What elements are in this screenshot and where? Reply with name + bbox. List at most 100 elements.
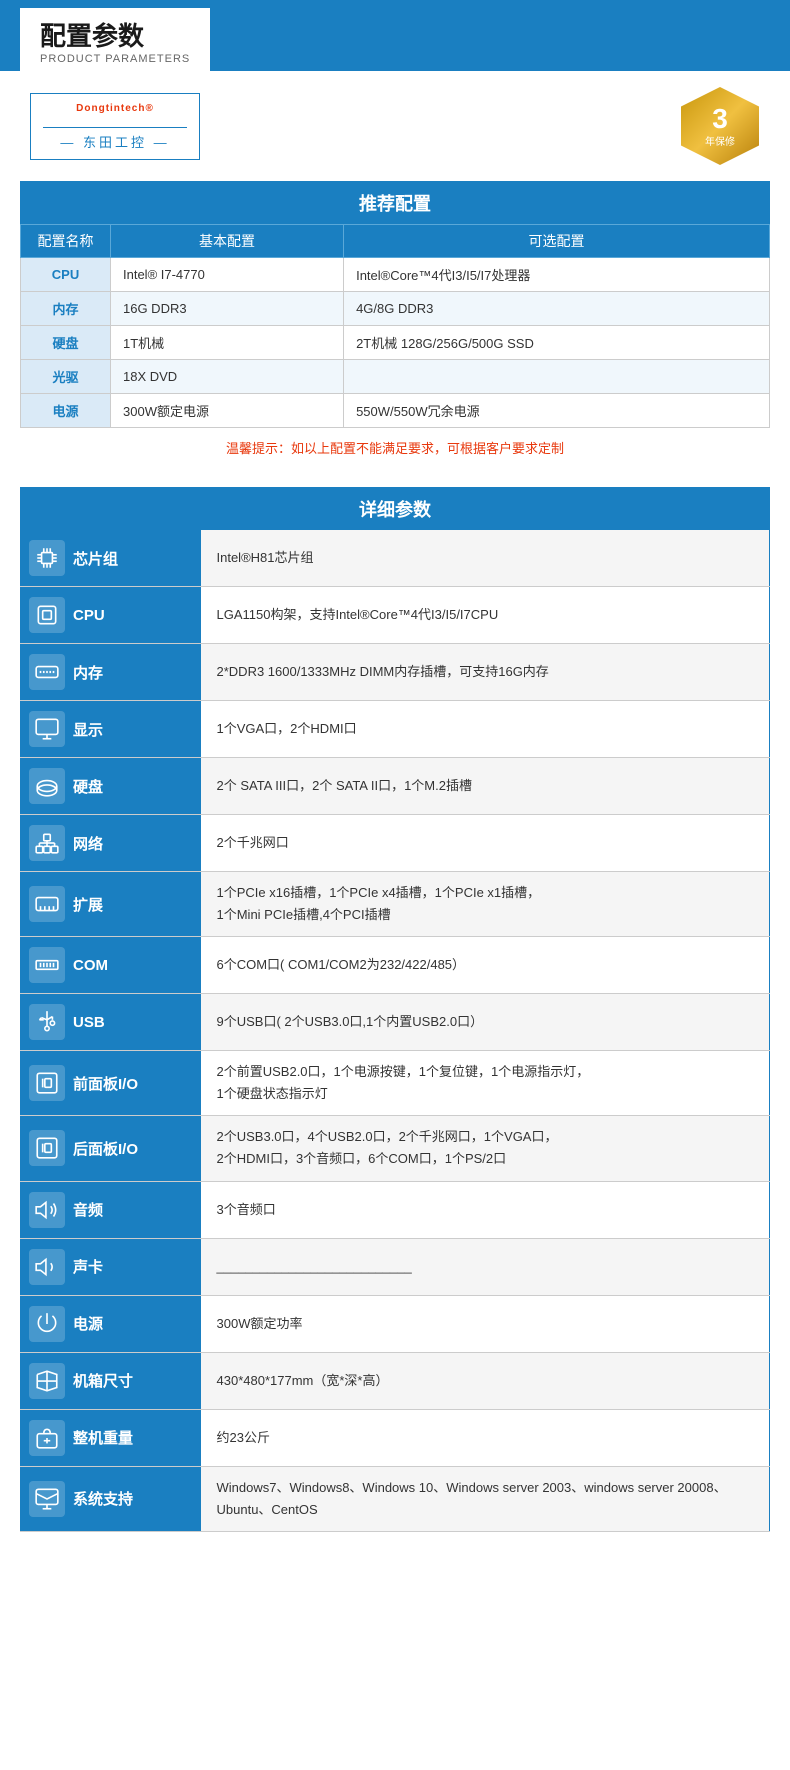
detail-label-text: 内存 [73,662,103,683]
detail-label-cell: COM [21,937,201,994]
detail-label-cell: 整机重量 [21,1409,201,1466]
detail-row: 音频 3个音频口 [21,1181,770,1238]
detail-label-inner: 系统支持 [29,1481,193,1517]
detail-label-cell: 声卡 [21,1238,201,1295]
detail-title: 详细参数 [21,488,770,531]
recommend-table: 推荐配置 配置名称 基本配置 可选配置 CPU Intel® I7-4770 I… [20,181,770,428]
logo-area: Dongtintech® — 东田工控 — 3 年保修 [0,71,790,181]
detail-label-text: 整机重量 [73,1427,133,1448]
recommend-row-basic: 18X DVD [111,360,344,394]
detail-label-inner: 扩展 [29,886,193,922]
recommend-row-optional: 4G/8G DDR3 [344,292,770,326]
detail-icon-内存 [29,654,65,690]
detail-row: USB 9个USB口( 2个USB3.0口,1个内置USB2.0口） [21,994,770,1051]
detail-icon-声卡 [29,1249,65,1285]
col-name: 配置名称 [21,225,111,258]
detail-icon-扩展 [29,886,65,922]
detail-label-inner: USB [29,1004,193,1040]
detail-label-text: 声卡 [73,1256,103,1277]
detail-label-inner: 显示 [29,711,193,747]
recommend-row-basic: 1T机械 [111,326,344,360]
detail-row: 网络 2个千兆网口 [21,815,770,872]
detail-label-cell: 硬盘 [21,758,201,815]
detail-label-text: 显示 [73,719,103,740]
detail-label-cell: 显示 [21,701,201,758]
detail-label-text: 机箱尺寸 [73,1370,133,1391]
recommend-row-name: CPU [21,258,111,292]
detail-table: 详细参数 芯片组 Intel®H81芯片组 CPU LGA1150构架，支持In… [20,487,770,1532]
detail-value-cell: 3个音频口 [201,1181,770,1238]
detail-label-text: 音频 [73,1199,103,1220]
detail-value-cell: 2个千兆网口 [201,815,770,872]
detail-value-cell: 约23公斤 [201,1409,770,1466]
detail-icon-网络 [29,825,65,861]
detail-value-cell: Intel®H81芯片组 [201,530,770,587]
detail-label-inner: COM [29,947,193,983]
recommend-row-name: 内存 [21,292,111,326]
detail-row: 后面板I/O 2个USB3.0口，4个USB2.0口，2个千兆网口，1个VGA口… [21,1116,770,1181]
detail-section: 详细参数 芯片组 Intel®H81芯片组 CPU LGA1150构架，支持In… [0,487,790,1532]
recommend-row-optional: 2T机械 128G/256G/500G SSD [344,326,770,360]
detail-icon-前面板I/O [29,1065,65,1101]
detail-row: 声卡 ___________________________ [21,1238,770,1295]
detail-label-inner: 前面板I/O [29,1065,193,1101]
detail-label-text: 网络 [73,833,103,854]
detail-row: 内存 2*DDR3 1600/1333MHz DIMM内存插槽，可支持16G内存 [21,644,770,701]
detail-label-text: COM [73,957,108,974]
recommend-row: 内存 16G DDR3 4G/8G DDR3 [21,292,770,326]
detail-icon-电源 [29,1306,65,1342]
detail-label-inner: 机箱尺寸 [29,1363,193,1399]
detail-value-cell: ___________________________ [201,1238,770,1295]
detail-row: CPU LGA1150构架，支持Intel®Core™4代I3/I5/I7CPU [21,587,770,644]
logo-brand-text: Dongtintech [76,103,145,114]
detail-row: 前面板I/O 2个前置USB2.0口，1个电源按键，1个复位键，1个电源指示灯，… [21,1051,770,1116]
detail-label-cell: 网络 [21,815,201,872]
recommend-row: CPU Intel® I7-4770 Intel®Core™4代I3/I5/I7… [21,258,770,292]
detail-label-inner: CPU [29,597,193,633]
recommend-row-optional [344,360,770,394]
col-basic: 基本配置 [111,225,344,258]
header-title-bar: 配置参数 PRODUCT PARAMETERS [0,0,790,71]
detail-label-cell: USB [21,994,201,1051]
detail-row: 系统支持 Windows7、Windows8、Windows 10、Window… [21,1466,770,1531]
recommend-row-name: 光驱 [21,360,111,394]
logo-brand: Dongtintech® [76,102,154,123]
detail-icon-USB [29,1004,65,1040]
detail-label-text: 系统支持 [73,1488,133,1509]
detail-label-cell: CPU [21,587,201,644]
detail-row: 硬盘 2个 SATA III口，2个 SATA II口，1个M.2插槽 [21,758,770,815]
recommend-row-name: 电源 [21,394,111,428]
logo-box: Dongtintech® — 东田工控 — [30,93,200,160]
detail-icon-后面板I/O [29,1130,65,1166]
detail-label-text: 前面板I/O [73,1073,138,1094]
recommend-row-optional: 550W/550W冗余电源 [344,394,770,428]
detail-label-cell: 系统支持 [21,1466,201,1531]
detail-label-inner: 电源 [29,1306,193,1342]
detail-label-text: 电源 [73,1313,103,1334]
warm-tip: 温馨提示：如以上配置不能满足要求，可根据客户要求定制 [20,428,770,477]
recommend-row: 硬盘 1T机械 2T机械 128G/256G/500G SSD [21,326,770,360]
detail-value-cell: 1个PCIe x16插槽，1个PCIe x4插槽，1个PCIe x1插槽，1个M… [201,872,770,937]
detail-value-cell: 2个 SATA III口，2个 SATA II口，1个M.2插槽 [201,758,770,815]
recommend-row: 光驱 18X DVD [21,360,770,394]
detail-icon-机箱尺寸 [29,1363,65,1399]
detail-label-cell: 芯片组 [21,530,201,587]
detail-label-inner: 硬盘 [29,768,193,804]
detail-icon-整机重量 [29,1420,65,1456]
detail-row: 整机重量 约23公斤 [21,1409,770,1466]
detail-label-text: USB [73,1014,105,1031]
detail-value-cell: 2个USB3.0口，4个USB2.0口，2个千兆网口，1个VGA口，2个HDMI… [201,1116,770,1181]
detail-icon-COM [29,947,65,983]
detail-label-cell: 电源 [21,1295,201,1352]
header-title-zh: 配置参数 [40,16,190,53]
recommend-row-basic: Intel® I7-4770 [111,258,344,292]
recommend-section: 推荐配置 配置名称 基本配置 可选配置 CPU Intel® I7-4770 I… [0,181,790,477]
detail-icon-硬盘 [29,768,65,804]
warranty-hexagon: 3 年保修 [681,87,759,165]
detail-row: 显示 1个VGA口，2个HDMI口 [21,701,770,758]
header-title-en: PRODUCT PARAMETERS [40,53,190,65]
detail-row: 电源 300W额定功率 [21,1295,770,1352]
detail-icon-芯片组 [29,540,65,576]
detail-value-cell: LGA1150构架，支持Intel®Core™4代I3/I5/I7CPU [201,587,770,644]
recommend-row: 电源 300W额定电源 550W/550W冗余电源 [21,394,770,428]
